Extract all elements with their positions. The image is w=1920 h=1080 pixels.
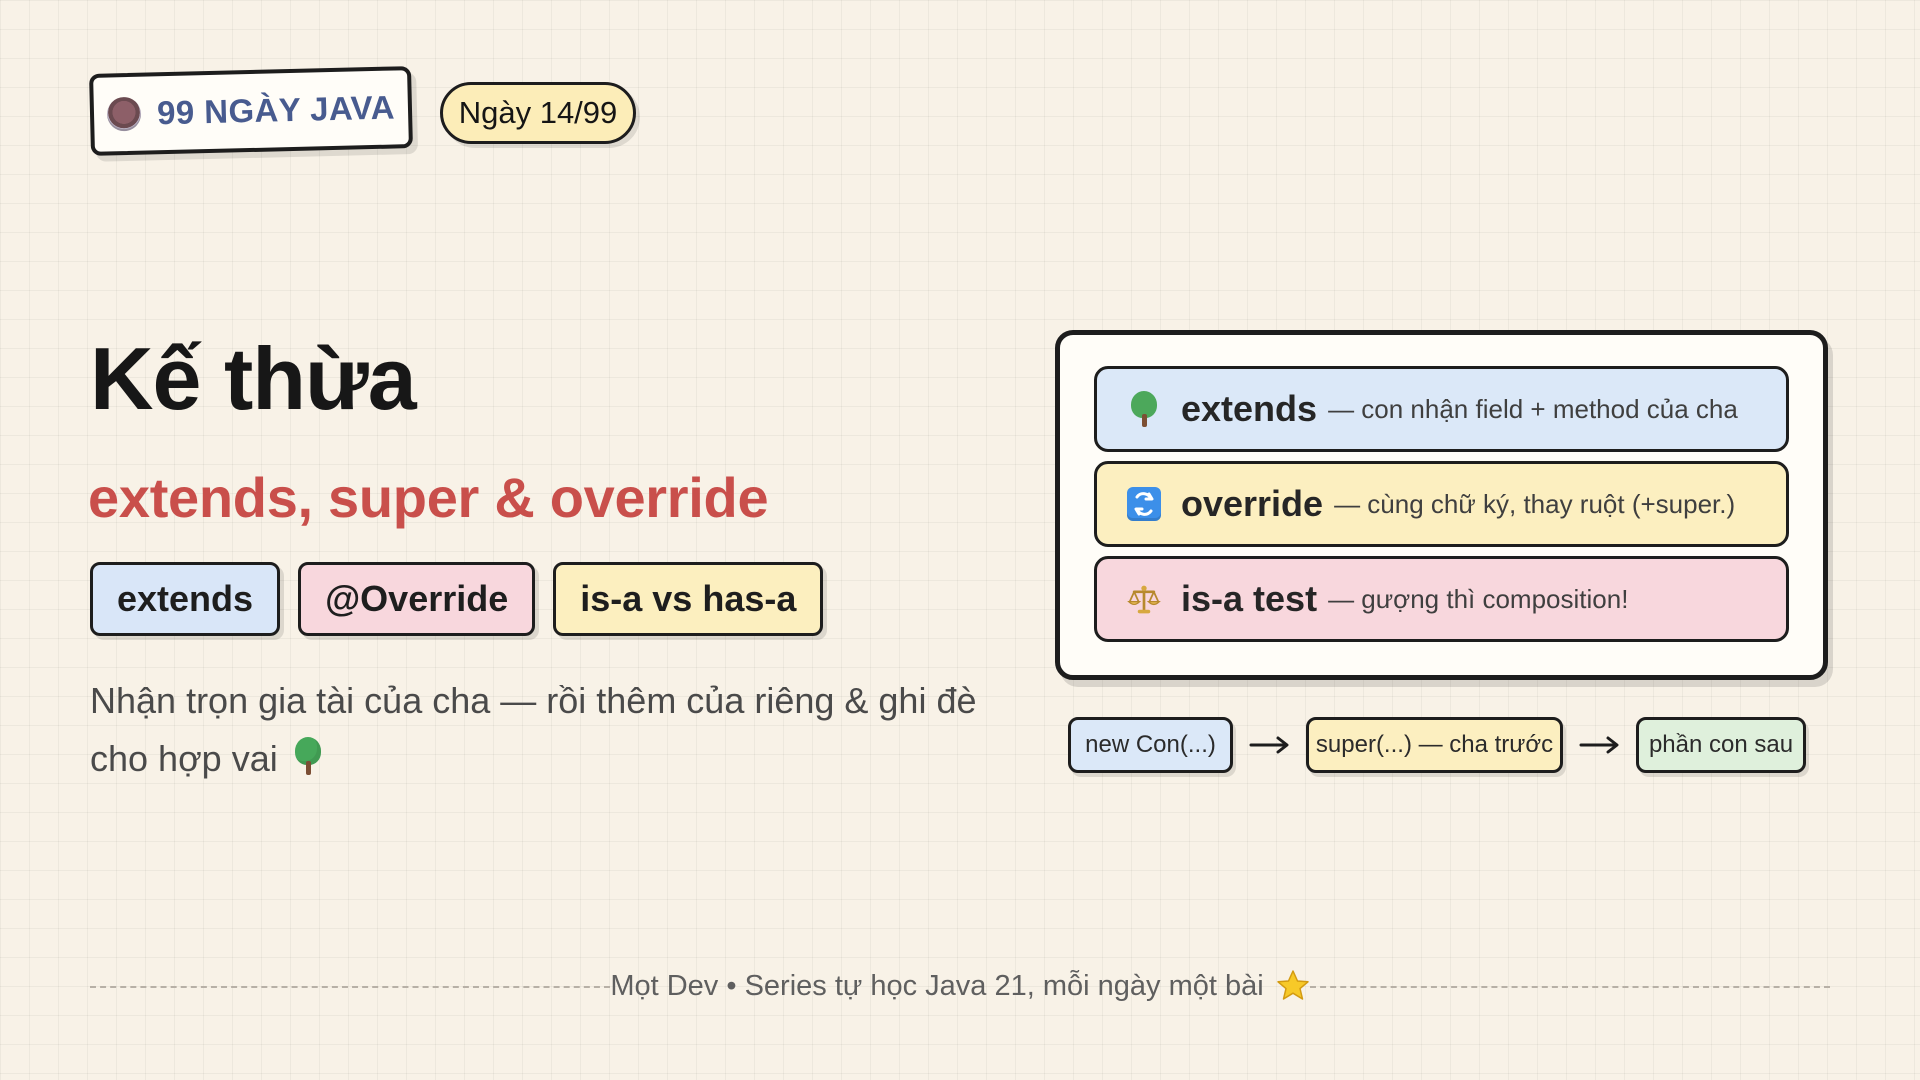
page-subtitle: extends, super & override — [88, 466, 769, 529]
tag-extends: extends — [90, 562, 281, 636]
scale-icon — [1127, 582, 1161, 616]
footer-text: Mọt Dev • Series tự học Java 21, mỗi ngà… — [610, 969, 1264, 1002]
tree-shape — [1129, 391, 1159, 427]
topic-tags: extends @Override is-a vs has-a — [90, 562, 824, 636]
concept-name: override — [1181, 483, 1324, 524]
footer: Mọt Dev • Series tự học Java 21, mỗi ngà… — [610, 963, 1309, 1009]
concept-summary-card: extends — con nhận field + method của ch… — [1055, 330, 1828, 680]
coffee-cup-icon — [106, 96, 142, 132]
concept-name: is-a test — [1181, 578, 1318, 619]
right-arrow-shape — [1249, 736, 1288, 754]
star-shape — [1276, 970, 1309, 1000]
concept-description: — cùng chữ ký, thay ruột (+super.) — [1334, 488, 1736, 519]
star-icon — [1276, 969, 1310, 1003]
tag-is-a-vs-has-a: is-a vs has-a — [553, 562, 824, 636]
tree-icon — [1127, 391, 1161, 427]
right-arrow-icon — [1563, 717, 1636, 773]
page-title: Kế thừa — [90, 329, 417, 428]
concept-description: — con nhận field + method của cha — [1328, 393, 1738, 424]
right-arrow-icon — [1233, 717, 1306, 773]
flow-step-super-call: super(...) — cha trước — [1306, 717, 1563, 773]
series-badge: 99 NGÀY JAVA — [89, 66, 413, 156]
flow-step-new-child: new Con(...) — [1068, 717, 1233, 773]
concept-extends: extends — con nhận field + method của ch… — [1094, 366, 1789, 452]
refresh-icon-background — [1127, 487, 1161, 521]
tree-icon — [294, 737, 322, 775]
intro-description: Nhận trọn gia tài của cha — rồi thêm của… — [90, 672, 1010, 788]
flow-step-child-part: phần con sau — [1636, 717, 1806, 773]
concept-name: extends — [1181, 388, 1318, 429]
day-counter-badge: Ngày 14/99 — [440, 82, 636, 144]
concept-is-a-test: is-a test — gượng thì composition! — [1094, 556, 1789, 642]
refresh-icon — [1127, 487, 1161, 521]
concept-description: — gượng thì composition! — [1328, 583, 1629, 614]
right-arrow-shape — [1579, 736, 1618, 754]
refresh-arrows — [1134, 492, 1154, 516]
balance-scale — [1127, 585, 1161, 614]
constructor-flow: new Con(...) super(...) — cha trước phần… — [1068, 717, 1806, 773]
concept-override: override — cùng chữ ký, thay ruột (+supe… — [1094, 461, 1789, 547]
intro-description-text: Nhận trọn gia tài của cha — rồi thêm của… — [90, 680, 977, 779]
tag-override: @Override — [298, 562, 536, 636]
footer-divider-left — [90, 986, 610, 988]
footer-divider-right — [1310, 986, 1830, 988]
series-title: 99 NGÀY JAVA — [156, 88, 396, 132]
